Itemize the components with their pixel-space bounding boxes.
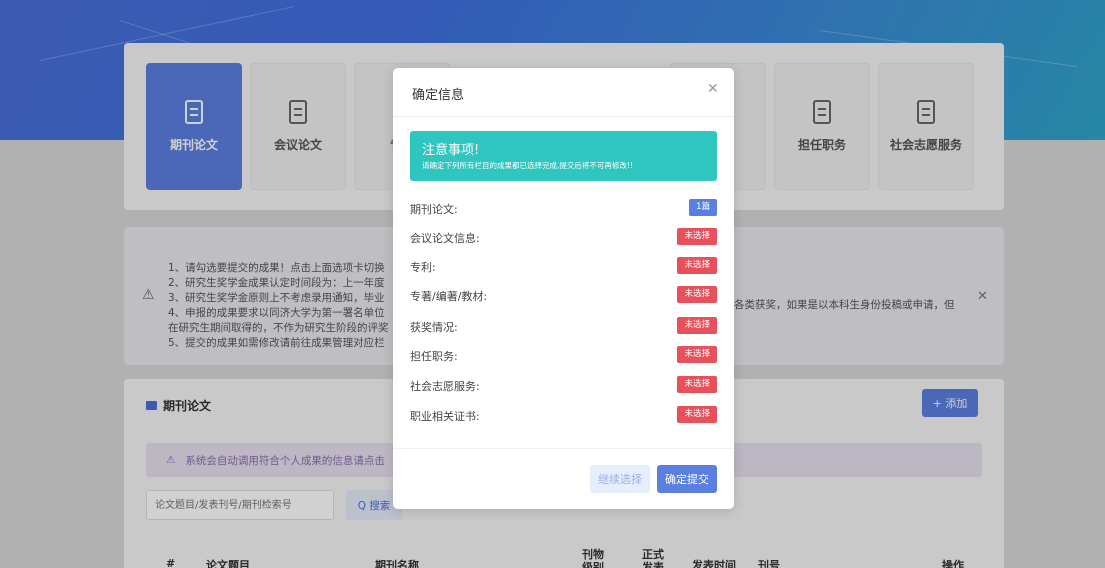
row-label: 期刊论文: [410,203,458,216]
divider [393,448,734,449]
summary-row: 专利: 未选择 [410,257,717,277]
status-badge: 未选择 [677,346,717,363]
status-badge: 未选择 [677,257,717,274]
status-badge: 未选择 [677,406,717,423]
row-label: 担任职务: [410,350,458,363]
summary-row: 专著/编著/教材: 未选择 [410,286,717,306]
summary-row: 会议论文信息: 未选择 [410,228,717,248]
summary-row: 职业相关证书: 未选择 [410,406,717,426]
status-badge: 1篇 [689,199,717,216]
continue-select-button[interactable]: 继续选择 [590,465,650,493]
row-label: 专利: [410,261,436,274]
row-label: 社会志愿服务: [410,380,480,393]
confirm-submit-button[interactable]: 确定提交 [657,465,717,493]
row-label: 获奖情况: [410,321,458,334]
status-badge: 未选择 [677,376,717,393]
summary-row: 担任职务: 未选择 [410,346,717,366]
row-label: 专著/编著/教材: [410,290,488,303]
summary-row: 社会志愿服务: 未选择 [410,376,717,396]
row-label: 职业相关证书: [410,410,480,423]
row-label: 会议论文信息: [410,232,480,245]
alert-text: 请确定下列所有栏目的成果都已选择完成,提交后将不可再修改!! [422,161,633,170]
status-badge: 未选择 [677,317,717,334]
divider [393,116,734,117]
close-icon[interactable]: ✕ [707,81,719,97]
status-badge: 未选择 [677,286,717,303]
summary-row: 期刊论文: 1篇 [410,199,717,219]
status-badge: 未选择 [677,228,717,245]
dialog-title: 确定信息 [412,88,465,103]
alert-title: 注意事项! [422,143,480,158]
summary-row: 获奖情况: 未选择 [410,317,717,337]
notice-alert: 注意事项! 请确定下列所有栏目的成果都已选择完成,提交后将不可再修改!! [410,131,717,181]
confirm-info-dialog: 确定信息 ✕ 注意事项! 请确定下列所有栏目的成果都已选择完成,提交后将不可再修… [393,68,734,509]
